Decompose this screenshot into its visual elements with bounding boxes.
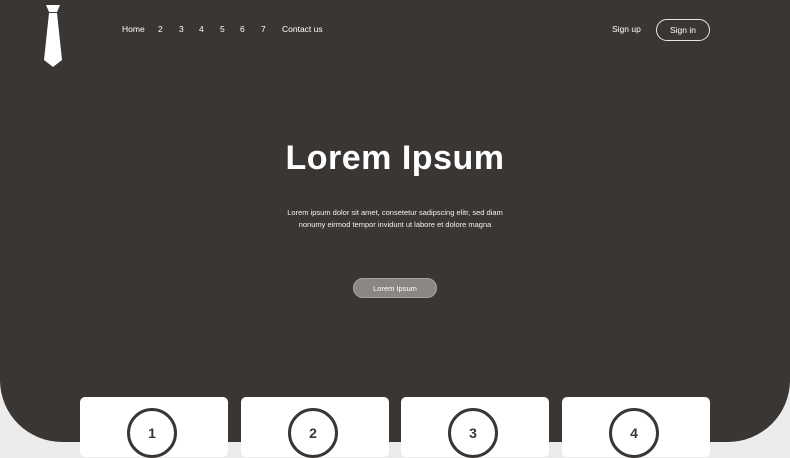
nav-link-6[interactable]: 6 bbox=[240, 24, 245, 34]
hero-description: Lorem ipsum dolor sit amet, consetetur s… bbox=[245, 207, 545, 231]
feature-card-4[interactable]: 4 bbox=[562, 397, 710, 458]
nav-link-2[interactable]: 2 bbox=[158, 24, 163, 34]
card-number-badge: 3 bbox=[448, 408, 498, 458]
nav-link-3[interactable]: 3 bbox=[179, 24, 184, 34]
card-number-badge: 1 bbox=[127, 408, 177, 458]
card-number-badge: 4 bbox=[609, 408, 659, 458]
signin-button[interactable]: Sign in bbox=[656, 19, 710, 41]
nav-link-4[interactable]: 4 bbox=[199, 24, 204, 34]
hero-title: Lorem Ipsum bbox=[285, 139, 505, 177]
nav-link-home[interactable]: Home bbox=[122, 24, 145, 34]
tie-icon[interactable] bbox=[43, 5, 63, 67]
feature-card-1[interactable]: 1 bbox=[80, 397, 228, 458]
feature-card-2[interactable]: 2 bbox=[241, 397, 389, 458]
nav-link-5[interactable]: 5 bbox=[220, 24, 225, 34]
card-number-badge: 2 bbox=[288, 408, 338, 458]
signup-link[interactable]: Sign up bbox=[612, 24, 641, 34]
nav-link-7[interactable]: 7 bbox=[261, 24, 266, 34]
feature-card-3[interactable]: 3 bbox=[401, 397, 549, 458]
nav-link-contact[interactable]: Contact us bbox=[282, 24, 323, 34]
hero-cta-button[interactable]: Lorem Ipsum bbox=[353, 278, 437, 298]
hero-description-line-2: nonumy eirmod tempor invidunt ut labore … bbox=[298, 220, 492, 229]
hero-description-line-1: Lorem ipsum dolor sit amet, consetetur s… bbox=[287, 208, 503, 217]
hero-section: Home 2 3 4 5 6 7 Contact us Sign up Sign… bbox=[0, 0, 790, 442]
